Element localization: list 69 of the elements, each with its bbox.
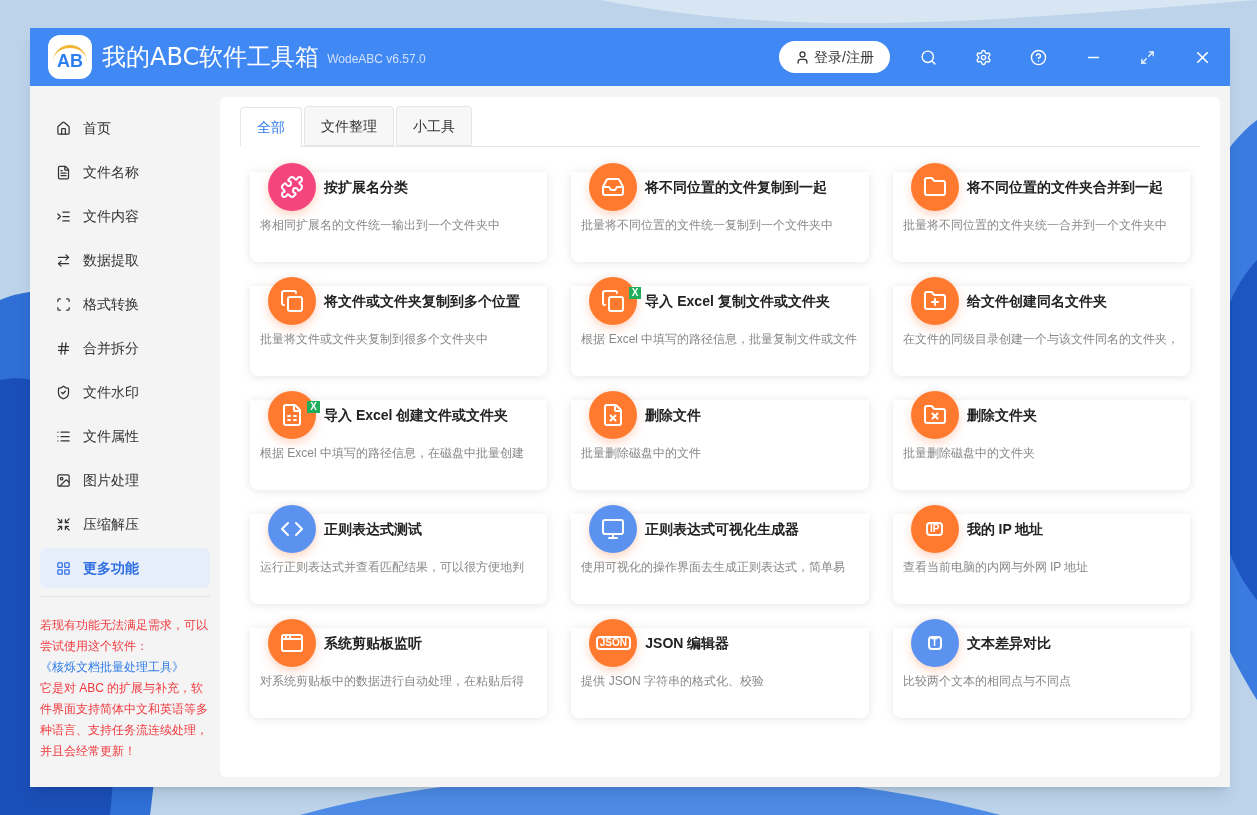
tool-title: JSON 编辑器: [645, 633, 730, 653]
shield-icon: [56, 384, 71, 400]
label-icon: JSON: [589, 619, 638, 667]
tool-title: 删除文件夹: [966, 405, 1037, 425]
tool-description: 根据 Excel 中填写的路径信息，在磁盘中批量创建: [260, 445, 525, 462]
tool-description: 批量将文件或文件夹复制到很多个文件夹中: [260, 331, 489, 348]
list-icon: [56, 428, 71, 444]
hash-icon: [56, 340, 71, 356]
tool-title: 我的 IP 地址: [966, 519, 1044, 539]
tool-description: 对系统剪贴板中的数据进行自动处理，在粘贴后得: [260, 673, 525, 690]
tool-title: 给文件创建同名文件夹: [966, 291, 1107, 311]
tool-title: 导入 Excel 创建文件或文件夹: [324, 405, 509, 425]
sidebar-item[interactable]: 更多功能: [40, 548, 210, 588]
tool-description: 在文件的同级目录创建一个与该文件同名的文件夹，: [902, 331, 1180, 348]
copy-icon: X: [589, 277, 638, 325]
help-icon[interactable]: [1030, 48, 1047, 66]
tool-title: 文本差异对比: [966, 633, 1051, 653]
label-icon: IP: [910, 505, 959, 553]
indent-icon: [56, 208, 71, 224]
sidebar-item[interactable]: 数据提取: [40, 240, 210, 280]
sidebar-item[interactable]: 文件内容: [40, 196, 210, 236]
tool-title: 将不同位置的文件复制到一起: [645, 177, 828, 197]
tool-description: 批量将不同位置的文件夹统一合并到一个文件夹中: [902, 217, 1168, 234]
sidebar-item[interactable]: 压缩解压: [40, 504, 210, 544]
tool-title: 将不同位置的文件夹合并到一起: [966, 177, 1163, 197]
tool-description: 运行正则表达式并查看匹配结果，可以很方便地判: [260, 559, 525, 576]
sidebar-item[interactable]: 文件属性: [40, 416, 210, 456]
tool-title: 删除文件: [645, 405, 702, 425]
compress-icon: [56, 516, 71, 532]
image-icon: [56, 472, 71, 488]
sidebar-item[interactable]: 文件名称: [40, 152, 210, 192]
search-icon[interactable]: [920, 48, 937, 66]
app-logo: AB: [48, 35, 92, 79]
tool-description: 比较两个文本的相同点与不同点: [902, 673, 1072, 690]
sidebar-item[interactable]: 文件水印: [40, 372, 210, 412]
login-button[interactable]: 登录/注册: [779, 41, 890, 73]
app-title: 我的ABC软件工具箱: [102, 42, 320, 73]
tool-title: 正则表达式测试: [324, 519, 422, 539]
settings-icon[interactable]: [975, 48, 992, 66]
grid-icon: [56, 560, 71, 576]
promo-text: 若现有功能无法满足需求，可以尝试使用这个软件：: [40, 617, 209, 655]
tool-description: 使用可视化的操作界面去生成正则表达式，简单易: [581, 559, 847, 576]
tool-description: 提供 JSON 字符串的格式化、校验: [581, 673, 765, 690]
sidebar-item[interactable]: 图片处理: [40, 460, 210, 500]
tool-description: 批量删除磁盘中的文件夹: [902, 445, 1036, 462]
tool-description: 查看当前电脑的内网与外网 IP 地址: [902, 559, 1090, 576]
tool-description: 批量将不同位置的文件统一复制到一个文件夹中: [581, 217, 835, 234]
tab[interactable]: 小工具: [396, 106, 472, 146]
tool-description: 根据 Excel 中填写的路径信息，批量复制文件或文件: [581, 331, 859, 348]
file-icon: [56, 164, 71, 180]
promo-text: 它是对 ABC 的扩展与补充，软件界面支持简体中文和英语等多种语言、支持任务流连续处理，并且会经常更新！: [40, 680, 209, 760]
label-icon: T: [910, 619, 959, 667]
sidebar-item[interactable]: 格式转换: [40, 284, 210, 324]
sidebar-item[interactable]: 合并拆分: [40, 328, 210, 368]
tool-title: 正则表达式可视化生成器: [645, 519, 800, 539]
tool-title: 导入 Excel 复制文件或文件夹: [645, 291, 830, 311]
tool-title: 按扩展名分类: [324, 177, 408, 197]
tool-title: 系统剪贴板监听: [324, 633, 422, 653]
version-label: WodeABC v6.57.0: [327, 51, 426, 68]
home-icon: [56, 120, 71, 136]
tab[interactable]: 全部: [240, 107, 302, 147]
software-link[interactable]: 《核烁文档批量处理工具》: [40, 657, 210, 678]
sidebar-item[interactable]: 首页: [40, 108, 210, 148]
user-icon: [795, 49, 811, 65]
tool-description: 将相同扩展名的文件统一输出到一个文件夹中: [260, 217, 501, 234]
maximize-icon[interactable]: [1140, 49, 1155, 65]
tool-description: 批量删除磁盘中的文件: [581, 445, 703, 462]
tool-title: 将文件或文件夹复制到多个位置: [324, 291, 520, 311]
tab[interactable]: 文件整理: [304, 106, 394, 146]
